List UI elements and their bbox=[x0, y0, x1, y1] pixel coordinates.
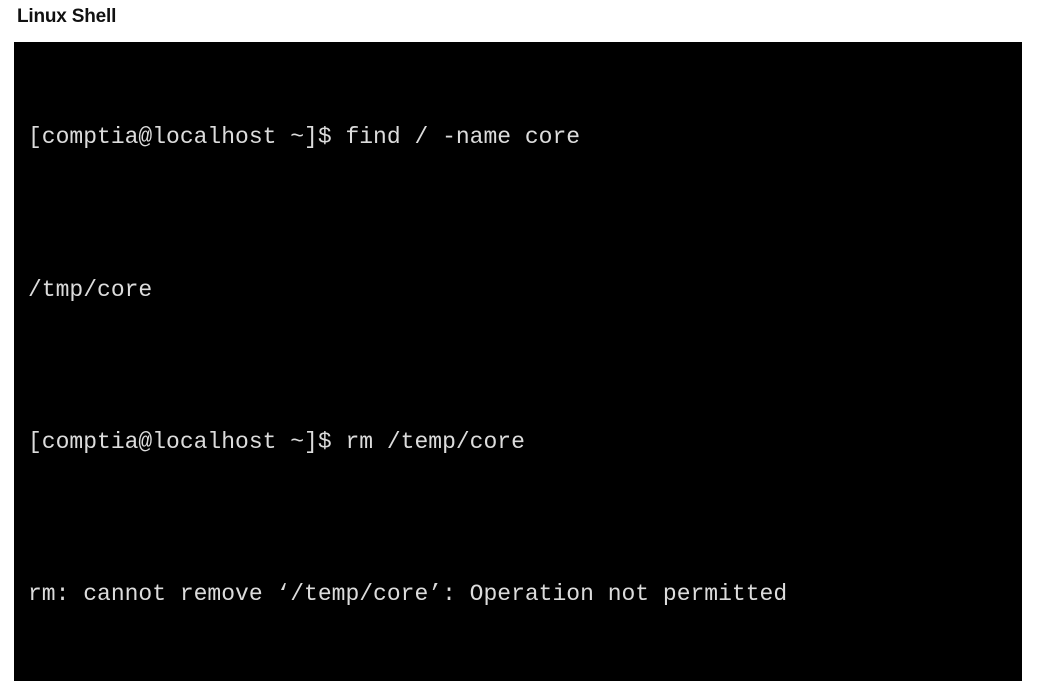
shell-screenshot-page: Linux Shell [comptia@localhost ~]$ find … bbox=[0, 0, 1037, 693]
terminal-line: [comptia@localhost ~]$ find / -name core bbox=[28, 124, 581, 151]
terminal-line: [comptia@localhost ~]$ rm /temp/core bbox=[28, 429, 525, 456]
terminal-line: rm: cannot remove ‘/temp/core’: Operatio… bbox=[28, 581, 788, 608]
terminal-output-area[interactable]: [comptia@localhost ~]$ find / -name core… bbox=[28, 49, 1022, 681]
terminal-window[interactable]: [comptia@localhost ~]$ find / -name core… bbox=[14, 42, 1022, 681]
page-title: Linux Shell bbox=[17, 6, 117, 27]
terminal-line: /tmp/core bbox=[28, 276, 153, 303]
